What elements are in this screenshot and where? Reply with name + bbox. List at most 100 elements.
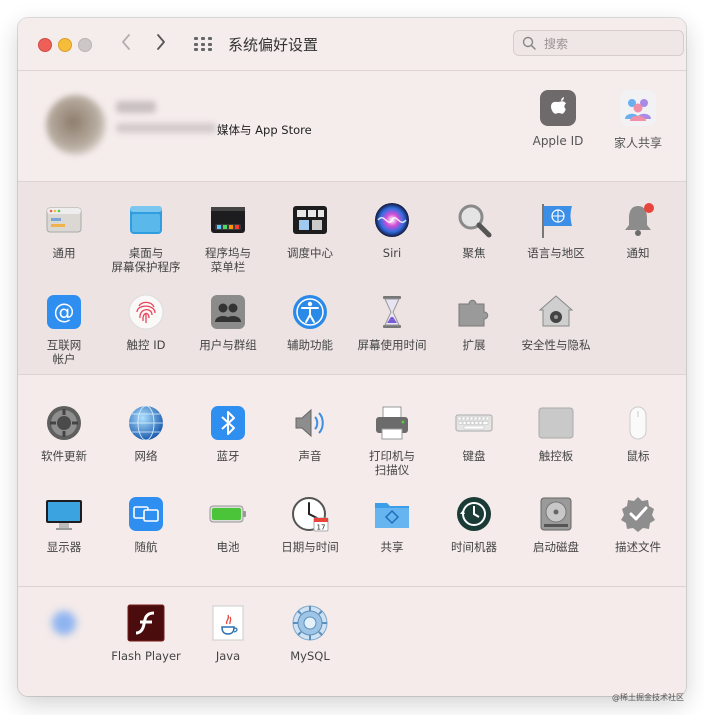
- pref-profiles[interactable]: 描述文件: [597, 494, 679, 554]
- pref-java[interactable]: Java: [187, 603, 269, 663]
- pref-sidecar[interactable]: 随航: [105, 494, 187, 554]
- pref-label: 软件更新: [41, 449, 87, 463]
- pref-displays[interactable]: 显示器: [23, 494, 105, 554]
- notifications-icon: [618, 200, 658, 240]
- pref-software-update[interactable]: 软件更新: [23, 403, 105, 463]
- family-sharing-icon: [619, 89, 657, 127]
- time-machine-icon: [454, 494, 494, 534]
- pref-date-time[interactable]: 17 日期与时间: [269, 494, 351, 554]
- apple-id-label: Apple ID: [532, 134, 584, 148]
- pref-label: 蓝牙: [216, 449, 240, 463]
- chevron-right-icon: [157, 34, 165, 50]
- account-name-redacted: [116, 101, 156, 113]
- pref-label: 鼠标: [626, 449, 650, 463]
- displays-icon: [44, 494, 84, 534]
- pref-label: 显示器: [46, 540, 82, 554]
- pref-extensions[interactable]: 扩展: [433, 292, 515, 352]
- apple-id-item[interactable]: Apple ID: [520, 89, 596, 148]
- pref-label: 共享: [380, 540, 404, 554]
- general-icon: [44, 200, 84, 240]
- touch-id-icon: [126, 292, 166, 332]
- screen-time-icon: [372, 292, 412, 332]
- avatar[interactable]: [46, 95, 106, 155]
- keyboard-icon: [454, 403, 494, 443]
- zoom-button[interactable]: [78, 38, 92, 52]
- pref-label: 聚焦: [462, 246, 486, 260]
- pref-label: 语言与地区: [527, 246, 585, 260]
- pref-notifications[interactable]: 通知: [597, 200, 679, 260]
- accessibility-icon: [290, 292, 330, 332]
- close-button[interactable]: [38, 38, 52, 52]
- pref-label: Flash Player: [111, 649, 181, 663]
- pref-label: 描述文件: [615, 540, 661, 554]
- pref-label: 互联网 帐户: [46, 338, 82, 366]
- preferences-window: 系统偏好设置 媒体与 App Store Apple ID 家人共享 通用: [18, 18, 686, 696]
- show-all-grid-icon[interactable]: [194, 37, 212, 51]
- pref-touch-id[interactable]: 触控 ID: [105, 292, 187, 352]
- users-groups-icon: [208, 292, 248, 332]
- pref-label: 通用: [52, 246, 76, 260]
- forward-button[interactable]: [151, 33, 171, 55]
- siri-icon: [372, 200, 412, 240]
- sharing-icon: [372, 494, 412, 534]
- pref-label: 随航: [134, 540, 158, 554]
- pref-label: 桌面与 屏幕保护程序: [111, 246, 181, 274]
- pref-label: 触控 ID: [126, 338, 166, 352]
- family-sharing-item[interactable]: 家人共享: [600, 89, 676, 151]
- pref-label: 网络: [134, 449, 158, 463]
- startup-disk-icon: [536, 494, 576, 534]
- pref-label: Siri: [382, 246, 402, 260]
- pref-label: 屏幕使用时间: [357, 338, 427, 352]
- pref-general[interactable]: 通用: [23, 200, 105, 260]
- pref-mouse[interactable]: 鼠标: [597, 403, 679, 463]
- desktop-screensaver-icon: [126, 200, 166, 240]
- pref-sharing[interactable]: 共享: [351, 494, 433, 554]
- pref-mysql[interactable]: MySQL: [269, 603, 351, 663]
- printer-icon: [372, 403, 412, 443]
- pref-screen-time[interactable]: 屏幕使用时间: [351, 292, 433, 352]
- pref-language-region[interactable]: 语言与地区: [515, 200, 597, 260]
- search-input[interactable]: [542, 34, 680, 54]
- account-detail-redacted: [116, 123, 216, 133]
- minimize-button[interactable]: [58, 38, 72, 52]
- pref-internet-accounts[interactable]: @ 互联网 帐户: [23, 292, 105, 366]
- pref-startup-disk[interactable]: 启动磁盘: [515, 494, 597, 554]
- svg-text:17: 17: [317, 524, 326, 532]
- pref-spotlight[interactable]: 聚焦: [433, 200, 515, 260]
- pref-label: 键盘: [462, 449, 486, 463]
- account-subtitle: 媒体与 App Store: [217, 123, 312, 137]
- pref-sound[interactable]: 声音: [269, 403, 351, 463]
- pref-printers-scanners[interactable]: 打印机与 扫描仪: [351, 403, 433, 477]
- pref-dock-menubar[interactable]: 程序坞与 菜单栏: [187, 200, 269, 274]
- network-icon: [126, 403, 166, 443]
- hardware-prefs-section: 软件更新 网络 蓝牙 声音 打印机与 扫描仪 键盘 触控板 鼠标 显示器 随航 …: [18, 375, 686, 587]
- battery-icon: [208, 494, 248, 534]
- pref-bluetooth[interactable]: 蓝牙: [187, 403, 269, 463]
- pref-users-groups[interactable]: 用户与群组: [187, 292, 269, 352]
- pref-trackpad[interactable]: 触控板: [515, 403, 597, 463]
- pref-label: MySQL: [290, 649, 330, 663]
- account-section: 媒体与 App Store Apple ID 家人共享: [18, 71, 686, 182]
- search-field[interactable]: [513, 30, 684, 56]
- pref-siri[interactable]: Siri: [351, 200, 433, 260]
- pref-time-machine[interactable]: 时间机器: [433, 494, 515, 554]
- back-button[interactable]: [116, 33, 136, 55]
- pref-keyboard[interactable]: 键盘: [433, 403, 515, 463]
- mission-control-icon: [290, 200, 330, 240]
- mouse-icon: [618, 403, 658, 443]
- pref-security-privacy[interactable]: 安全性与隐私: [515, 292, 597, 352]
- pref-flash-player[interactable]: Flash Player: [105, 603, 187, 663]
- spotlight-icon: [454, 200, 494, 240]
- pref-blurred[interactable]: [23, 603, 105, 649]
- pref-label: 触控板: [538, 449, 574, 463]
- pref-label: 辅助功能: [287, 338, 333, 352]
- pref-label: 电池: [216, 540, 240, 554]
- search-icon: [522, 36, 536, 50]
- blurred-pane-icon: [44, 603, 84, 643]
- pref-accessibility[interactable]: 辅助功能: [269, 292, 351, 352]
- pref-mission-control[interactable]: 调度中心: [269, 200, 351, 260]
- pref-battery[interactable]: 电池: [187, 494, 269, 554]
- pref-label: 打印机与 扫描仪: [369, 449, 415, 477]
- pref-desktop-screensaver[interactable]: 桌面与 屏幕保护程序: [105, 200, 187, 274]
- pref-network[interactable]: 网络: [105, 403, 187, 463]
